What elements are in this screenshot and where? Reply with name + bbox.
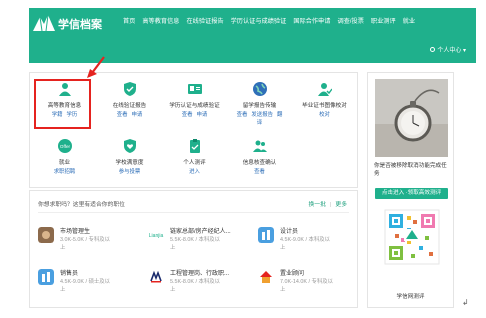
job-detail: 5.5K-8.0K / 本科及以 xyxy=(170,279,221,285)
page: 学信档案 首页 高等教育信息 在线验证报告 学历认证与成绩验证 国际合作申请 调… xyxy=(0,0,486,318)
qr-label: 学信网测评 xyxy=(396,294,425,300)
job-detail-cont: 上 xyxy=(170,287,176,293)
service-employment[interactable]: Offer 就业 求职招聘 xyxy=(32,130,97,187)
nav-jobs[interactable]: 就业 xyxy=(403,16,415,25)
job-item[interactable]: 市场管理生 3.0K-5.0K / 专科及以 上 xyxy=(38,225,143,251)
offer-badge: Offer xyxy=(59,144,70,149)
divider: | xyxy=(329,202,332,208)
top-header: 学信档案 首页 高等教育信息 在线验证报告 学历认证与成绩验证 国际合作申请 调… xyxy=(29,8,476,63)
promo-enter-button[interactable]: 点击进入 ·领取高效测评 xyxy=(375,188,448,199)
job-item[interactable]: 工程管理岗、行政职... 5.5K-8.0K / 本科及以 上 xyxy=(148,267,253,293)
service-online-report[interactable]: 在线验证报告 查看 申请 xyxy=(97,73,162,130)
svg-text:Lianjia: Lianjia xyxy=(149,233,164,239)
company-logo-icon xyxy=(258,269,274,285)
id-card-icon xyxy=(187,84,202,94)
job-title: 工程管理岗、行政职... xyxy=(170,271,230,277)
service-title: 学校满意度 xyxy=(115,160,144,166)
arrow-annotation-icon xyxy=(87,56,105,78)
link-check[interactable]: 校对 xyxy=(319,112,330,118)
company-logo-icon xyxy=(148,269,164,285)
job-detail-cont: 上 xyxy=(60,245,66,251)
link-vote[interactable]: 参与投票 xyxy=(119,169,141,175)
job-item[interactable]: Lianjia 链家总部/房产经纪人... 5.5K-8.0K / 本科及以 上 xyxy=(148,225,253,251)
link-view[interactable]: 查看 xyxy=(182,112,193,118)
nav-career-test[interactable]: 职业测评 xyxy=(371,16,396,25)
job-detail-cont: 上 xyxy=(280,245,286,251)
job-detail-cont: 上 xyxy=(280,287,286,293)
shield-heart-icon xyxy=(123,139,136,153)
service-study-abroad-report[interactable]: 留学报告传输 查看 发送报告翻 译 xyxy=(227,73,292,130)
job-title: 市场管理生 xyxy=(60,229,91,235)
nav-home[interactable]: 首页 xyxy=(123,16,135,25)
service-title: 毕业证书图像校对 xyxy=(302,103,347,109)
nav-certification[interactable]: 学历认证与成绩验证 xyxy=(231,16,287,25)
job-detail: 3.0K-5.0K / 专科及以 xyxy=(60,237,111,243)
job-title: 置业顾问 xyxy=(280,271,305,277)
job-item[interactable]: 销售员 4.5K-9.0K / 硕士及以 上 xyxy=(38,267,143,293)
people-icon xyxy=(252,140,267,152)
job-detail: 4.5K-9.0K / 硕士及以 xyxy=(60,279,111,285)
refresh-jobs-link[interactable]: 换一批 xyxy=(308,202,325,208)
highlight-box xyxy=(34,79,91,129)
promo-caption: 你是否被移除取消功能完成任务 xyxy=(374,163,447,177)
more-jobs-link[interactable]: 更多 xyxy=(335,202,347,208)
clipboard-icon xyxy=(189,139,200,153)
link-view[interactable]: 查看 xyxy=(117,112,128,118)
user-center-label: 个人中心 ▾ xyxy=(437,48,466,54)
job-detail-cont: 上 xyxy=(60,287,66,293)
service-satisfaction[interactable]: 学校满意度 参与投票 xyxy=(97,130,162,187)
link-view[interactable]: 查看 xyxy=(254,169,265,175)
jobs-panel: 你想求职吗？这里有适合你的职位 换一批 | 更多 市场管理生 3.0K-5.0K /… xyxy=(29,190,358,308)
job-item[interactable]: 置业顾问 7.0K-14.0K / 专科及以 上 xyxy=(258,267,363,293)
job-detail: 7.0K-14.0K / 专科及以 xyxy=(280,279,334,285)
qr-code-icon xyxy=(381,206,443,284)
user-center-menu[interactable]: 个人中心 ▾ xyxy=(430,45,466,54)
link-apply[interactable]: 申请 xyxy=(197,112,208,118)
company-logo-icon xyxy=(38,269,54,285)
link-apply[interactable]: 申请 xyxy=(132,112,143,118)
service-personal-assessment[interactable]: 个人测评 进入 xyxy=(162,130,227,187)
main-nav: 首页 高等教育信息 在线验证报告 学历认证与成绩验证 国际合作申请 调查/投票 … xyxy=(123,16,422,25)
nav-higher-education[interactable]: 高等教育信息 xyxy=(142,16,179,25)
paragraph-mark: ↲ xyxy=(462,298,469,307)
shield-check-icon xyxy=(123,82,136,96)
service-certificate-check[interactable]: 毕业证书图像校对 校对 xyxy=(292,73,357,130)
service-title: 信息核查确认 xyxy=(242,160,277,166)
globe-icon xyxy=(252,82,267,96)
service-title: 学历认证与成绩验证 xyxy=(169,103,220,109)
company-logo-icon xyxy=(38,227,54,243)
jobs-heading: 你想求职吗？这里有适合你的职位 xyxy=(38,202,125,208)
job-title: 设计员 xyxy=(280,229,299,235)
person-check-icon xyxy=(317,83,332,96)
user-icon xyxy=(430,47,436,52)
nav-online-report[interactable]: 在线验证报告 xyxy=(187,16,224,25)
nav-international[interactable]: 国际合作申请 xyxy=(293,16,330,25)
link-enter[interactable]: 进入 xyxy=(189,169,200,175)
service-title: 就业 xyxy=(58,160,71,166)
service-title: 在线验证报告 xyxy=(112,103,147,109)
company-logo-icon: Lianjia xyxy=(148,227,164,243)
company-logo-icon xyxy=(258,227,274,243)
site-logo[interactable]: 学信档案 xyxy=(32,13,114,35)
job-title: 链家总部/房产经纪人... xyxy=(170,229,231,235)
service-certification[interactable]: 学历认证与成绩验证 查看 申请 xyxy=(162,73,227,130)
divider xyxy=(38,212,349,213)
nav-survey[interactable]: 调查/投票 xyxy=(337,16,363,25)
offer-icon: Offer xyxy=(57,139,72,153)
pocket-watch-image xyxy=(375,79,448,157)
service-title: 留学报告传输 xyxy=(242,103,277,109)
job-detail: 4.5K-9.0K / 本科及以 xyxy=(280,237,331,243)
job-detail-cont: 上 xyxy=(170,245,176,251)
link-job-search[interactable]: 求职招聘 xyxy=(54,169,76,175)
job-item[interactable]: 设计员 4.5K-9.0K / 本科及以 上 xyxy=(258,225,363,251)
service-info-verify[interactable]: 信息核查确认 查看 xyxy=(227,130,292,187)
link-translate-suffix[interactable]: 译 xyxy=(227,118,292,126)
logo-text: 学信档案 xyxy=(58,19,102,31)
job-detail: 5.5K-8.0K / 本科及以 xyxy=(170,237,221,243)
job-title: 销售员 xyxy=(60,271,79,277)
logo-icon xyxy=(33,14,55,32)
service-title: 个人测评 xyxy=(183,160,206,166)
sidebar-promo: 你是否被移除取消功能完成任务 点击进入 ·领取高效测评 学信网测评 xyxy=(367,72,454,308)
